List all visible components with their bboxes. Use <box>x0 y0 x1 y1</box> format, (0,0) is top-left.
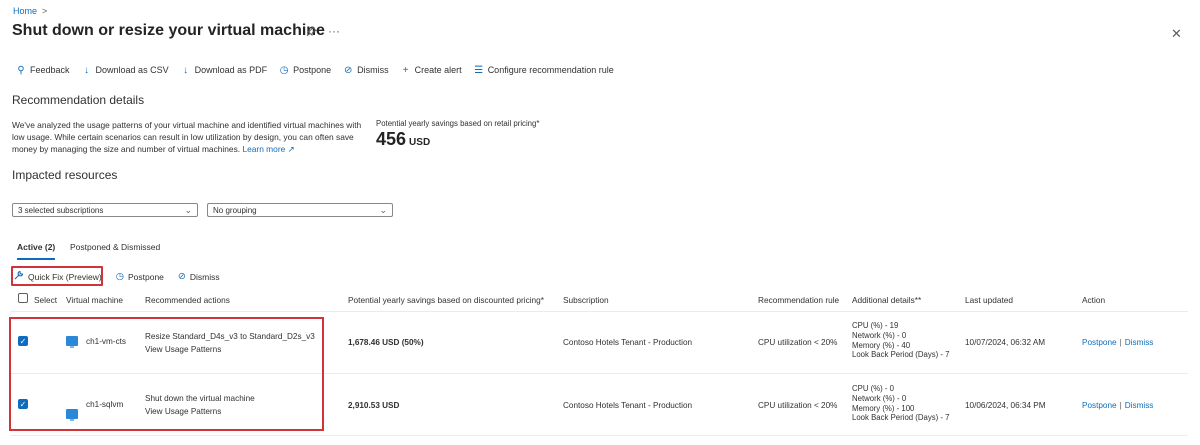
recommendation-details-heading: Recommendation details <box>12 93 145 107</box>
subscriptions-dropdown[interactable]: 3 selected subscriptions ⌄ <box>12 203 198 217</box>
header-additional-details[interactable]: Additional details** <box>852 295 921 305</box>
header-divider <box>10 311 1188 312</box>
selected-rows-highlight <box>9 317 324 431</box>
grouping-dropdown-value: No grouping <box>213 205 257 215</box>
clock-icon: ◷ <box>279 64 289 76</box>
row-dismiss-link[interactable]: Dismiss <box>1125 401 1154 410</box>
learn-more-link[interactable]: Learn more ↗ <box>242 144 294 154</box>
rule-cell: CPU utilization < 20% <box>758 338 838 347</box>
row-postpone-link[interactable]: Postpone <box>1082 401 1117 410</box>
header-recommendation-rule[interactable]: Recommendation rule <box>758 295 839 305</box>
header-action: Action <box>1082 295 1106 305</box>
additional-details-cell: CPU (%) - 0 Network (%) - 0 Memory (%) -… <box>852 384 950 423</box>
retail-savings-value: 456 USD <box>376 129 430 150</box>
dismiss-button[interactable]: ⊘ Dismiss <box>178 271 220 282</box>
savings-cell: 2,910.53 USD <box>348 401 400 410</box>
detail-cpu: CPU (%) - 19 <box>852 321 899 330</box>
page-title: Shut down or resize your virtual machine <box>12 22 325 39</box>
row-actions: Postpone | Dismiss <box>1082 401 1153 410</box>
download-pdf-button[interactable]: ↓ Download as PDF <box>181 64 268 76</box>
block-icon: ⊘ <box>177 271 186 282</box>
postpone-toolbar-button[interactable]: ◷ Postpone <box>279 65 331 76</box>
row-divider <box>10 435 1188 436</box>
breadcrumb-home-link[interactable]: Home <box>13 6 37 16</box>
detail-lookback: Look Back Period (Days) - 7 <box>852 413 950 423</box>
retail-savings-label: Potential yearly savings based on retail… <box>376 119 540 128</box>
more-options-icon[interactable]: ··· <box>328 24 340 38</box>
row-actions: Postpone | Dismiss <box>1082 338 1153 347</box>
plus-icon: + <box>402 64 409 76</box>
download-icon: ↓ <box>84 64 90 76</box>
detail-cpu: CPU (%) - 0 <box>852 384 895 393</box>
feedback-icon: ⚲ <box>17 64 25 76</box>
savings-amount: 456 <box>376 129 407 149</box>
header-subscription[interactable]: Subscription <box>563 295 609 305</box>
download-pdf-label: Download as PDF <box>194 65 268 75</box>
action-separator: | <box>1119 338 1122 347</box>
create-alert-button[interactable]: + Create alert <box>401 65 462 76</box>
command-toolbar: ⚲ Feedback ↓ Download as CSV ↓ Download as … <box>16 62 626 78</box>
grouping-dropdown[interactable]: No grouping ⌄ <box>207 203 393 217</box>
download-csv-label: Download as CSV <box>95 65 169 75</box>
breadcrumb: Home > <box>13 6 47 16</box>
header-virtual-machine[interactable]: Virtual machine <box>66 295 123 305</box>
header-last-updated[interactable]: Last updated <box>965 295 1013 305</box>
pin-icon[interactable] <box>306 26 317 40</box>
block-icon: ⊘ <box>343 64 353 76</box>
feedback-label: Feedback <box>30 65 70 75</box>
savings-cell: 1,678.46 USD (50%) <box>348 338 424 347</box>
tab-postponed-dismissed[interactable]: Postponed & Dismissed <box>70 242 160 252</box>
settings-sliders-icon: ☰ <box>474 64 484 76</box>
active-tab-indicator <box>17 258 55 260</box>
chevron-down-icon: ⌄ <box>184 205 192 215</box>
feedback-button[interactable]: ⚲ Feedback <box>16 64 70 76</box>
create-alert-label: Create alert <box>414 65 462 75</box>
configure-rule-label: Configure recommendation rule <box>487 65 614 75</box>
additional-details-cell: CPU (%) - 19 Network (%) - 0 Memory (%) … <box>852 321 950 360</box>
subscriptions-dropdown-value: 3 selected subscriptions <box>18 205 104 215</box>
last-updated-cell: 10/06/2024, 06:34 PM <box>965 401 1046 410</box>
header-select: Select <box>34 295 58 305</box>
breadcrumb-separator: > <box>42 6 48 16</box>
action-separator: | <box>1119 401 1122 410</box>
description-text: We've analyzed the usage patterns of you… <box>12 120 362 155</box>
recommendation-description: We've analyzed the usage patterns of you… <box>12 119 367 156</box>
rule-cell: CPU utilization < 20% <box>758 401 838 410</box>
detail-lookback: Look Back Period (Days) - 7 <box>852 350 950 360</box>
dismiss-action-label: Dismiss <box>189 271 220 282</box>
dismiss-toolbar-button[interactable]: ⊘ Dismiss <box>343 65 389 76</box>
last-updated-cell: 10/07/2024, 06:32 AM <box>965 338 1046 347</box>
savings-unit: USD <box>409 137 431 148</box>
postpone-label: Postpone <box>293 65 332 75</box>
detail-memory: Memory (%) - 100 <box>852 403 915 413</box>
impacted-resources-heading: Impacted resources <box>12 168 118 182</box>
subscription-cell: Contoso Hotels Tenant - Production <box>563 338 693 347</box>
learn-more-label: Learn more <box>242 144 286 155</box>
chevron-down-icon: ⌄ <box>379 205 387 215</box>
clock-icon: ◷ <box>115 271 124 282</box>
header-recommended-actions[interactable]: Recommended actions <box>145 295 230 305</box>
detail-memory: Memory (%) - 40 <box>852 340 911 350</box>
close-icon[interactable]: ✕ <box>1171 26 1182 42</box>
configure-rule-button[interactable]: ☰ Configure recommendation rule <box>474 65 614 76</box>
row-postpone-link[interactable]: Postpone <box>1082 338 1117 347</box>
dismiss-label: Dismiss <box>357 65 389 75</box>
postpone-action-label: Postpone <box>127 271 164 282</box>
detail-network: Network (%) - 0 <box>852 393 907 403</box>
quick-fix-highlight <box>11 266 103 286</box>
subscription-cell: Contoso Hotels Tenant - Production <box>563 401 693 410</box>
download-icon: ↓ <box>183 64 189 76</box>
tab-active[interactable]: Active (2) <box>17 242 55 252</box>
postpone-button[interactable]: ◷ Postpone <box>116 271 164 282</box>
header-savings[interactable]: Potential yearly savings based on discou… <box>348 295 544 305</box>
select-all-checkbox[interactable] <box>18 293 28 303</box>
row-dismiss-link[interactable]: Dismiss <box>1125 338 1154 347</box>
detail-network: Network (%) - 0 <box>852 330 907 340</box>
download-csv-button[interactable]: ↓ Download as CSV <box>82 65 169 76</box>
